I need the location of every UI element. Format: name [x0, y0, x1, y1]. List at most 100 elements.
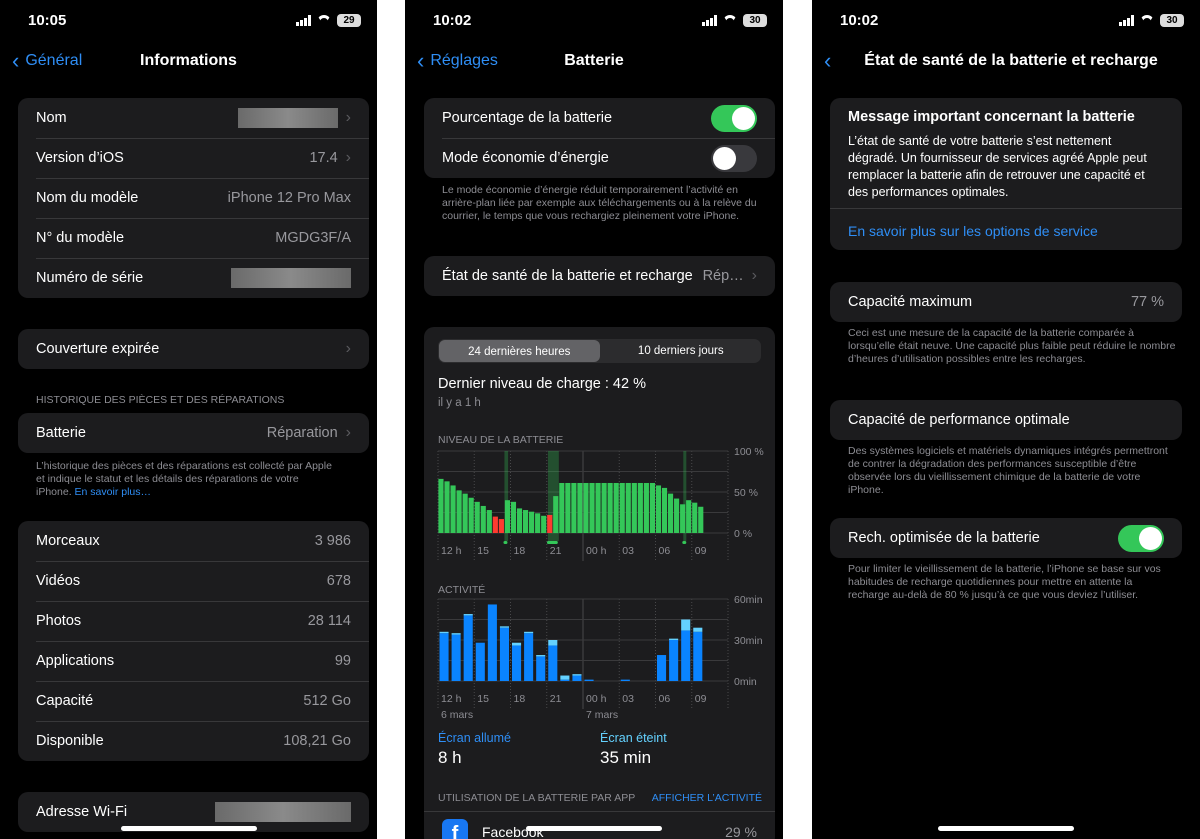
signal-icon: [296, 15, 311, 26]
activity-bar-screen-on: [560, 679, 570, 681]
wifi-icon: [723, 15, 737, 26]
screen-on-value: 8 h: [438, 748, 462, 767]
row-label: Nom du modèle: [36, 190, 139, 206]
home-indicator[interactable]: [938, 826, 1074, 831]
battery-icon: 29: [337, 14, 361, 27]
battery-bar: [444, 481, 450, 533]
x-tick-label: 18: [514, 545, 526, 557]
charging-marker: [682, 541, 687, 544]
tab-24h[interactable]: 24 dernières heures: [439, 340, 600, 362]
app-percent: 29 %: [725, 824, 757, 839]
signal-icon: [1119, 15, 1134, 26]
row-version-d-ios[interactable]: Version d’iOS 17.4 ›: [18, 138, 369, 178]
row-n-du-mod-le: N° du modèle MGDG3F/A: [18, 218, 369, 258]
activity-bar-screen-on: [451, 634, 461, 681]
chevron-right-icon: ›: [751, 267, 757, 284]
x-tick-label: 15: [477, 693, 489, 705]
redacted-value: [215, 802, 351, 822]
important-message-card: Message important concernant la batterie…: [830, 98, 1182, 250]
y-tick-label: 30min: [734, 635, 763, 647]
row-disponible: Disponible 108,21 Go: [18, 721, 369, 761]
performance-group: Capacité de performance optimale: [830, 400, 1182, 440]
row-vid-os: Vidéos 678: [18, 561, 369, 601]
status-bar: 10:05 29: [0, 12, 377, 32]
x-tick-label: 12 h: [441, 693, 462, 705]
row-label: Numéro de série: [36, 270, 144, 286]
row-nom[interactable]: Nom ›: [18, 98, 369, 138]
y-tick-label: 50 %: [734, 487, 758, 499]
parts-battery-row[interactable]: Batterie Réparation ›: [18, 413, 369, 453]
battery-bar: [450, 485, 456, 533]
date-label: 7 mars: [586, 709, 618, 721]
signal-icon: [702, 15, 717, 26]
row-label: N° du modèle: [36, 230, 125, 246]
optimized-charging-row: Rech. optimisée de la batterie: [830, 518, 1182, 558]
show-activity-link[interactable]: AFFICHER L’ACTIVITÉ: [652, 792, 762, 804]
x-tick-label: 18: [514, 693, 526, 705]
activity-bar-screen-on: [693, 631, 703, 681]
wifi-icon: [317, 15, 331, 26]
health-row[interactable]: État de santé de la batterie et recharge…: [424, 256, 775, 296]
chevron-left-icon: ‹: [12, 48, 20, 73]
y-tick-label: 0 %: [734, 528, 752, 540]
service-options-link[interactable]: En savoir plus sur les options de servic…: [848, 223, 1098, 239]
learn-more-link[interactable]: En savoir plus…: [75, 486, 151, 498]
battery-bar: [619, 482, 625, 533]
battery-bar: [504, 500, 510, 533]
battery-percentage-toggle[interactable]: [711, 104, 757, 132]
battery-level-chart: 100 % 50 % 0 % 12 h 15 18 21 00 h 03 06 09: [437, 446, 764, 561]
x-tick-label: 21: [550, 545, 562, 557]
status-bar: 10:02 30: [812, 12, 1200, 32]
activity-bar-screen-off: [524, 631, 534, 634]
battery-bar: [698, 506, 704, 533]
max-capacity-group: Capacité maximum 77 %: [830, 282, 1182, 322]
message-title: Message important concernant la batterie: [848, 109, 1135, 125]
x-tick-label: 00 h: [586, 545, 607, 557]
coverage-row[interactable]: Couverture expirée ›: [18, 329, 369, 369]
parts-group: Batterie Réparation ›: [18, 413, 369, 453]
last-charge-time: il y a 1 h: [438, 397, 481, 409]
y-tick-label: 100 %: [734, 446, 764, 458]
screen-off-value: 35 min: [600, 748, 652, 767]
screen-on-label: Écran allumé: [438, 731, 511, 745]
x-tick-label: 09: [695, 545, 707, 557]
chevron-right-icon: ›: [345, 149, 351, 166]
facebook-icon: f: [442, 819, 468, 839]
health-group: État de santé de la batterie et recharge…: [424, 256, 775, 296]
back-label: Réglages: [430, 52, 498, 69]
activity-bar-screen-off: [451, 633, 461, 635]
back-button[interactable]: ‹ Réglages: [417, 50, 498, 72]
activity-bar-screen-on: [512, 645, 522, 681]
x-tick-label: 15: [477, 545, 489, 557]
activity-chart: 60min 30min 0min 12 h 15 18 21 00 h 03 06 09 6 mars…: [437, 594, 763, 721]
activity-bar-screen-off: [439, 631, 449, 634]
row-photos: Photos 28 114: [18, 601, 369, 641]
home-indicator[interactable]: [120, 826, 257, 831]
chevron-right-icon: ›: [345, 109, 351, 126]
activity-bar-screen-on: [536, 656, 546, 681]
low-power-toggle[interactable]: [711, 144, 757, 172]
activity-bar-screen-off: [681, 619, 691, 631]
row-label: Disponible: [36, 733, 104, 749]
activity-bar-screen-off: [536, 655, 546, 657]
back-button[interactable]: ‹: [824, 50, 831, 72]
date-label: 6 mars: [441, 709, 473, 721]
battery-bar: [692, 502, 698, 533]
toggle-label: Pourcentage de la batterie: [442, 110, 613, 126]
performance-label: Capacité de performance optimale: [848, 412, 1070, 428]
home-indicator[interactable]: [526, 826, 662, 831]
row-applications: Applications 99: [18, 641, 369, 681]
chevron-right-icon: ›: [345, 424, 351, 441]
back-button[interactable]: ‹ Général: [12, 48, 82, 73]
divider: [424, 811, 775, 812]
battery-bar: [559, 482, 565, 533]
battery-bar: [541, 515, 547, 533]
activity-bar-screen-on: [572, 675, 582, 681]
tab-10d[interactable]: 10 derniers jours: [601, 339, 762, 363]
charging-marker: [546, 541, 558, 544]
row-label: Version d’iOS: [36, 150, 124, 166]
max-capacity-value: 77 %: [1130, 294, 1164, 310]
battery-bar: [468, 497, 474, 533]
optimized-charging-toggle[interactable]: [1118, 524, 1164, 552]
row-value: 3 986: [314, 533, 351, 549]
